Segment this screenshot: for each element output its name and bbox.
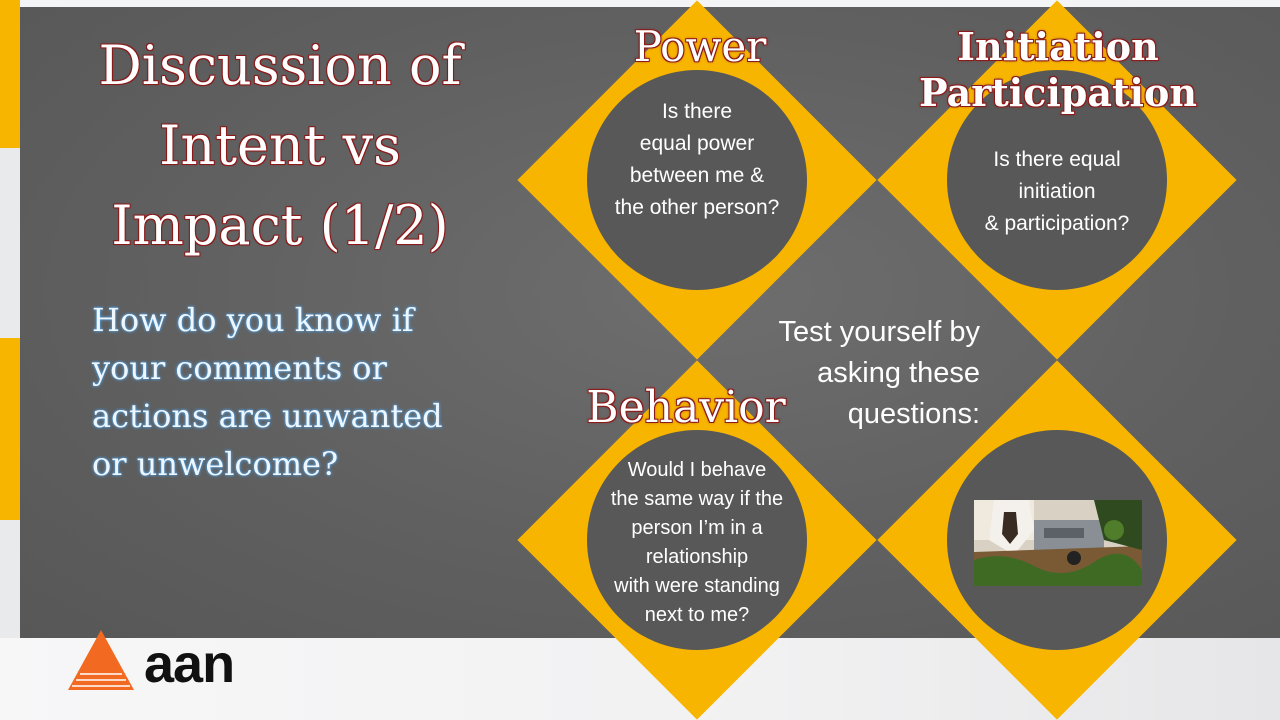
power-question: Is there equal power between me & the ot… <box>614 100 780 219</box>
power-heading: Power <box>633 22 767 71</box>
behavior-question: Would I behave the same way if the perso… <box>610 459 784 626</box>
slide: Discussion of Intent vs Impact (1/2) How… <box>0 0 1280 720</box>
initiation-heading: Initiation Participation <box>919 24 1197 115</box>
test-yourself-text: Test yourself by asking these questions: <box>778 316 980 430</box>
logo-wordmark: aan <box>144 634 235 694</box>
slide-title: Discussion of Intent vs Impact (1/2) <box>98 34 462 257</box>
triangle-logo-icon <box>68 630 134 690</box>
top-band <box>0 0 1280 7</box>
accent-bar-middle <box>0 338 20 520</box>
behavior-circle: Would I behave the same way if the perso… <box>587 430 807 650</box>
accent-bar-top <box>0 0 20 148</box>
slide-question: How do you know if your comments or acti… <box>92 301 443 483</box>
aan-logo: aan <box>66 628 256 698</box>
photo-image <box>974 500 1142 586</box>
initiation-question: Is there equal initiation & participatio… <box>984 148 1130 235</box>
power-circle: Is there equal power between me & the ot… <box>587 70 807 290</box>
